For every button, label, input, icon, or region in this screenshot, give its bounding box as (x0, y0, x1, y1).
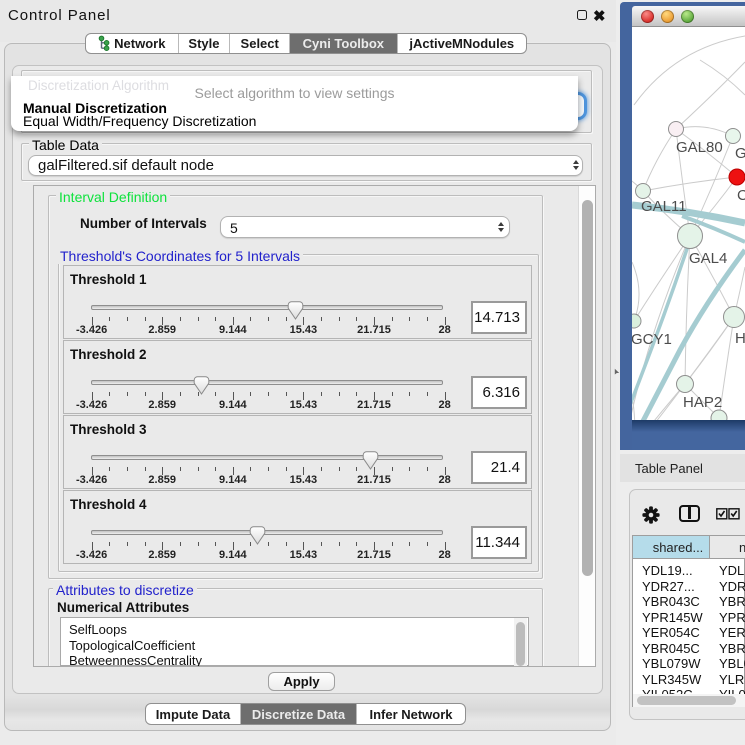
svg-text:H: H (735, 330, 745, 347)
svg-text:GAL4: GAL4 (689, 250, 727, 267)
svg-text:C: C (737, 187, 745, 204)
svg-text:GAL80: GAL80 (676, 139, 723, 156)
svg-text:GCY1: GCY1 (632, 331, 672, 348)
svg-text:HAP2: HAP2 (683, 394, 722, 411)
svg-text:GAL11: GAL11 (641, 198, 687, 215)
svg-text:GA: GA (735, 145, 745, 162)
